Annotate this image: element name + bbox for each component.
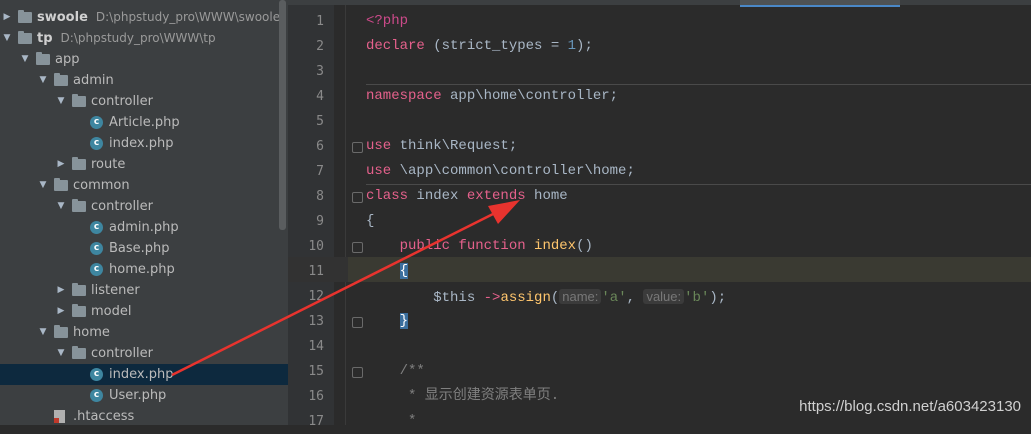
annotation-arrow-head: [488, 200, 520, 224]
annotation-arrow: [171, 200, 520, 377]
annotation-arrow-shaft: [171, 206, 506, 377]
